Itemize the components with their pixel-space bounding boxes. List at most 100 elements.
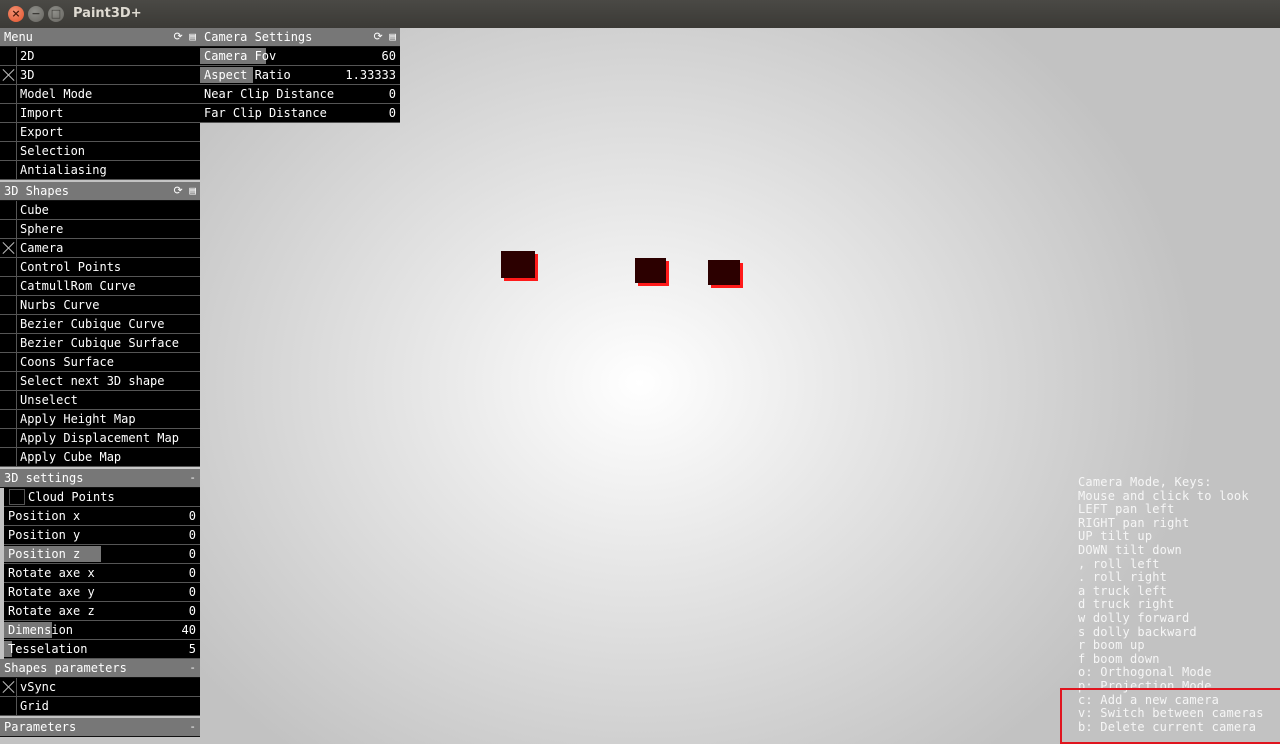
parameters-panel-header[interactable]: Parameters - <box>0 718 200 737</box>
checkbox[interactable] <box>0 296 17 314</box>
shape-item-bezier-cubique-curve[interactable]: Bezier Cubique Curve <box>0 315 200 334</box>
menu-item-antialiasing[interactable]: Antialiasing <box>0 161 200 180</box>
checkbox[interactable] <box>0 201 17 219</box>
checkbox[interactable] <box>0 104 17 122</box>
reset-icon[interactable]: ⟳ <box>174 184 183 197</box>
cube-object[interactable] <box>501 251 535 278</box>
collapse-icon[interactable]: - <box>189 469 196 487</box>
save-icon[interactable]: ▤ <box>189 30 196 43</box>
reset-icon[interactable]: ⟳ <box>174 30 183 43</box>
help-line: w dolly forward <box>1078 610 1190 625</box>
camera-settings-panel-header[interactable]: Camera Settings ⟳ ▤ <box>200 28 400 47</box>
checkbox[interactable] <box>0 410 17 428</box>
help-line: s dolly backward <box>1078 624 1197 639</box>
camera-setting-near-clip-distance[interactable]: Near Clip Distance 0 <box>200 85 400 104</box>
checkbox[interactable] <box>0 334 17 352</box>
setting-dimension[interactable]: Dimension 40 <box>4 621 200 640</box>
cube-object[interactable] <box>635 258 666 283</box>
menu-item-export[interactable]: Export <box>0 123 200 142</box>
help-line: f boom down <box>1078 651 1160 666</box>
setting-rotate-axe-x[interactable]: Rotate axe x 0 <box>4 564 200 583</box>
checkbox[interactable] <box>0 123 17 141</box>
checkbox[interactable] <box>0 85 17 103</box>
param-item-vsync[interactable]: vSync <box>0 678 200 697</box>
shape-item-select-next-3d-shape[interactable]: Select next 3D shape <box>0 372 200 391</box>
menu-item-model-mode[interactable]: Model Mode <box>0 85 200 104</box>
setting-position-x[interactable]: Position x 0 <box>4 507 200 526</box>
window-close-button[interactable]: × <box>8 6 24 22</box>
checkbox[interactable] <box>0 697 17 715</box>
checkbox[interactable] <box>9 489 25 505</box>
shape-item-apply-displacement-map[interactable]: Apply Displacement Map <box>0 429 200 448</box>
collapse-icon[interactable]: - <box>189 659 196 677</box>
setting-value: 0 <box>188 528 196 542</box>
setting-label: Rotate axe y <box>8 585 95 599</box>
collapse-icon[interactable]: - <box>189 718 196 736</box>
shape-item-nurbs-curve-label: Nurbs Curve <box>20 298 100 312</box>
checkbox[interactable] <box>0 47 17 65</box>
camera-setting-aspect-ratio[interactable]: Aspect Ratio 1.33333 <box>200 66 400 85</box>
setting-label: Dimension <box>8 623 74 637</box>
panel-controls: ⟳ ▤ <box>374 28 396 46</box>
save-icon[interactable]: ▤ <box>189 184 196 197</box>
shape-item-sphere-label: Sphere <box>20 222 64 236</box>
shape-item-apply-cube-map[interactable]: Apply Cube Map <box>0 448 200 467</box>
menu-item-3d[interactable]: 3D <box>0 66 200 85</box>
checkbox[interactable] <box>0 353 17 371</box>
shape-item-camera[interactable]: Camera <box>0 239 200 258</box>
checkbox[interactable] <box>0 429 17 447</box>
menu-items: 2D 3D Model Mode Import Export Selection Antia… <box>0 47 200 180</box>
reset-icon[interactable]: ⟳ <box>374 30 383 43</box>
setting-value: 40 <box>181 623 196 637</box>
shape-item-coons-surface[interactable]: Coons Surface <box>0 353 200 372</box>
checkbox[interactable] <box>0 678 17 696</box>
settings-3d-panel-header[interactable]: 3D settings - <box>0 469 200 488</box>
shape-item-bezier-cubique-curve-label: Bezier Cubique Curve <box>20 317 165 331</box>
window-maximize-button[interactable]: □ <box>48 6 64 22</box>
shape-item-apply-height-map[interactable]: Apply Height Map <box>0 410 200 429</box>
shapes-3d-panel-header[interactable]: 3D Shapes ⟳ ▤ <box>0 182 200 201</box>
shape-item-cube[interactable]: Cube <box>0 201 200 220</box>
menu-item-2d[interactable]: 2D <box>0 47 200 66</box>
checkbox[interactable] <box>0 220 17 238</box>
menu-item-selection[interactable]: Selection <box>0 142 200 161</box>
shapes-parameters-panel-header[interactable]: Shapes parameters - <box>0 659 200 678</box>
window-title: Paint3D+ <box>73 6 142 21</box>
checkbox[interactable] <box>0 66 17 84</box>
checkbox[interactable] <box>0 161 17 179</box>
cube-object[interactable] <box>708 260 740 285</box>
menu-panel-header[interactable]: Menu ⟳ ▤ <box>0 28 200 47</box>
camera-setting-camera-fov[interactable]: Camera Fov 60 <box>200 47 400 66</box>
setting-position-y[interactable]: Position y 0 <box>4 526 200 545</box>
panel-controls: ⟳ ▤ <box>174 28 196 46</box>
shapes-3d-panel-title: 3D Shapes <box>4 184 70 198</box>
setting-rotate-axe-y[interactable]: Rotate axe y 0 <box>4 583 200 602</box>
shape-item-sphere[interactable]: Sphere <box>0 220 200 239</box>
shape-item-bezier-cubique-surface[interactable]: Bezier Cubique Surface <box>0 334 200 353</box>
param-item-grid[interactable]: Grid <box>0 697 200 716</box>
setting-rotate-axe-z[interactable]: Rotate axe z 0 <box>4 602 200 621</box>
setting-tesselation[interactable]: Tesselation 5 <box>4 640 200 659</box>
shape-item-unselect[interactable]: Unselect <box>0 391 200 410</box>
checkbox[interactable] <box>0 142 17 160</box>
setting-position-z[interactable]: Position z 0 <box>4 545 200 564</box>
shape-item-catmullrom-curve[interactable]: CatmullRom Curve <box>0 277 200 296</box>
shape-item-nurbs-curve[interactable]: Nurbs Curve <box>0 296 200 315</box>
menu-item-import[interactable]: Import <box>0 104 200 123</box>
camera-setting-far-clip-distance[interactable]: Far Clip Distance 0 <box>200 104 400 123</box>
checkbox[interactable] <box>0 239 17 257</box>
checkbox[interactable] <box>0 277 17 295</box>
checkbox[interactable] <box>0 258 17 276</box>
shape-item-coons-surface-label: Coons Surface <box>20 355 114 369</box>
camera-settings-panel: Camera Settings ⟳ ▤ Camera Fov 60 Aspect R… <box>200 28 400 123</box>
save-icon[interactable]: ▤ <box>389 30 396 43</box>
window-minimize-button[interactable]: − <box>28 6 44 22</box>
checkbox[interactable] <box>0 448 17 466</box>
checkbox[interactable] <box>0 372 17 390</box>
checkbox[interactable] <box>0 391 17 409</box>
shapes-3d-items: Cube Sphere Camera Control Points CatmullRom… <box>0 201 200 467</box>
shape-item-control-points[interactable]: Control Points <box>0 258 200 277</box>
cloud-points-toggle[interactable]: Cloud Points <box>4 488 200 507</box>
help-line: , roll left <box>1078 556 1160 571</box>
checkbox[interactable] <box>0 315 17 333</box>
